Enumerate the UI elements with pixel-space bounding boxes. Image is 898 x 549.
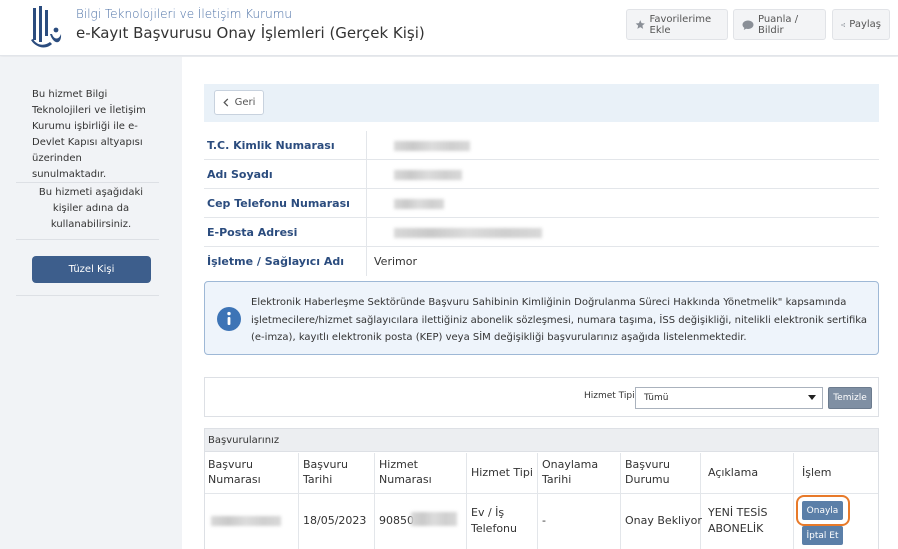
service-type: Ev / İş Telefonu bbox=[471, 506, 517, 535]
column-header: İşlem bbox=[802, 466, 832, 479]
info-label: Adı Soyadı bbox=[207, 160, 367, 189]
column-header: Başvuru Durumu bbox=[625, 458, 670, 486]
column-header: Hizmet Numarası bbox=[379, 458, 432, 486]
approve-button[interactable]: Onayla bbox=[802, 501, 843, 520]
info-row-email: E-Posta Adresi bbox=[204, 218, 879, 247]
service-type-select[interactable]: Tümü bbox=[635, 387, 823, 409]
speech-bubble-icon bbox=[742, 20, 754, 30]
column-header: Başvuru Numarası bbox=[208, 458, 261, 486]
back-bar: Geri bbox=[204, 84, 879, 122]
tuzel-kisi-button[interactable]: Tüzel Kişi bbox=[32, 256, 151, 283]
back-button[interactable]: Geri bbox=[214, 90, 264, 115]
btk-logo-icon bbox=[31, 6, 62, 48]
add-favorite-label: Favorilerime Ekle bbox=[649, 13, 712, 36]
rate-report-label: Puanla / Bildir bbox=[757, 13, 799, 36]
clear-button[interactable]: Temizle bbox=[828, 387, 872, 409]
sidebar: Bu hizmet Bilgi Teknolojileri ve İletişi… bbox=[0, 57, 182, 549]
info-row-tckn: T.C. Kimlik Numarası bbox=[204, 131, 879, 160]
main-content: Geri T.C. Kimlik Numarası Adı Soyadı Cep… bbox=[182, 57, 898, 549]
application-date: 18/05/2023 bbox=[303, 514, 367, 527]
usage-info-text: Bu hizmeti aşağıdaki kişiler adına da ku… bbox=[38, 187, 144, 230]
page-header: Bilgi Teknolojileri ve İletişim Kurumu e… bbox=[0, 0, 898, 56]
chevron-down-icon bbox=[808, 395, 816, 400]
row-divider bbox=[205, 493, 878, 494]
filter-panel: Hizmet Tipi Tümü Temizle bbox=[204, 377, 879, 417]
description: YENİ TESİS ABONELİK bbox=[708, 506, 768, 535]
org-name: Bilgi Teknolojileri ve İletişim Kurumu bbox=[76, 7, 292, 21]
service-number: 90850 bbox=[379, 514, 414, 527]
share-label: Paylaş bbox=[849, 19, 881, 30]
chevron-left-icon bbox=[222, 98, 228, 107]
share-button[interactable]: Paylaş bbox=[832, 9, 890, 40]
star-icon bbox=[635, 20, 645, 29]
approval-date: - bbox=[542, 514, 546, 527]
redacted-value bbox=[394, 170, 462, 180]
page-title: e-Kayıt Başvurusu Onay İşlemleri (Gerçek… bbox=[76, 24, 425, 42]
info-label: E-Posta Adresi bbox=[207, 218, 367, 247]
provider-value: Verimor bbox=[374, 255, 417, 268]
column-header: Açıklama bbox=[708, 466, 759, 479]
column-header: Hizmet Tipi bbox=[471, 466, 533, 479]
redacted-application-number bbox=[211, 516, 281, 526]
back-label: Geri bbox=[234, 97, 256, 108]
notice-text: Elektronik Haberleşme Sektöründe Başvuru… bbox=[251, 297, 868, 343]
column-header: Başvuru Tarihi bbox=[303, 458, 348, 486]
info-row-phone: Cep Telefonu Numarası bbox=[204, 189, 879, 218]
redacted-value bbox=[394, 228, 542, 238]
cancel-button[interactable]: İptal Et bbox=[802, 526, 843, 545]
divider bbox=[16, 182, 159, 183]
service-type-selected: Tümü bbox=[644, 393, 669, 403]
application-status: Onay Bekliyor bbox=[625, 514, 702, 527]
redacted-service-number bbox=[411, 512, 457, 526]
add-favorite-button[interactable]: Favorilerime Ekle bbox=[626, 9, 728, 40]
share-icon bbox=[841, 22, 845, 27]
rate-report-button[interactable]: Puanla / Bildir bbox=[733, 9, 826, 40]
divider bbox=[16, 295, 159, 296]
info-label: T.C. Kimlik Numarası bbox=[207, 131, 367, 160]
info-label: Cep Telefonu Numarası bbox=[207, 189, 367, 218]
divider bbox=[16, 239, 159, 240]
column-header: Onaylama Tarihi bbox=[542, 458, 599, 486]
service-type-label: Hizmet Tipi bbox=[584, 391, 635, 401]
info-icon bbox=[217, 307, 241, 331]
info-row-provider: İşletme / Sağlayıcı Adı Verimor bbox=[204, 247, 879, 276]
redacted-value bbox=[394, 141, 470, 151]
applications-table: Başvurularınız Başvuru Numarası Başvuru … bbox=[204, 428, 879, 549]
table-title: Başvurularınız bbox=[205, 429, 878, 452]
info-row-name: Adı Soyadı bbox=[204, 160, 879, 189]
service-info-text: Bu hizmet Bilgi Teknolojileri ve İletişi… bbox=[32, 89, 146, 180]
redacted-value bbox=[394, 199, 444, 209]
info-notice: Elektronik Haberleşme Sektöründe Başvuru… bbox=[204, 281, 879, 355]
info-label: İşletme / Sağlayıcı Adı bbox=[207, 247, 367, 276]
